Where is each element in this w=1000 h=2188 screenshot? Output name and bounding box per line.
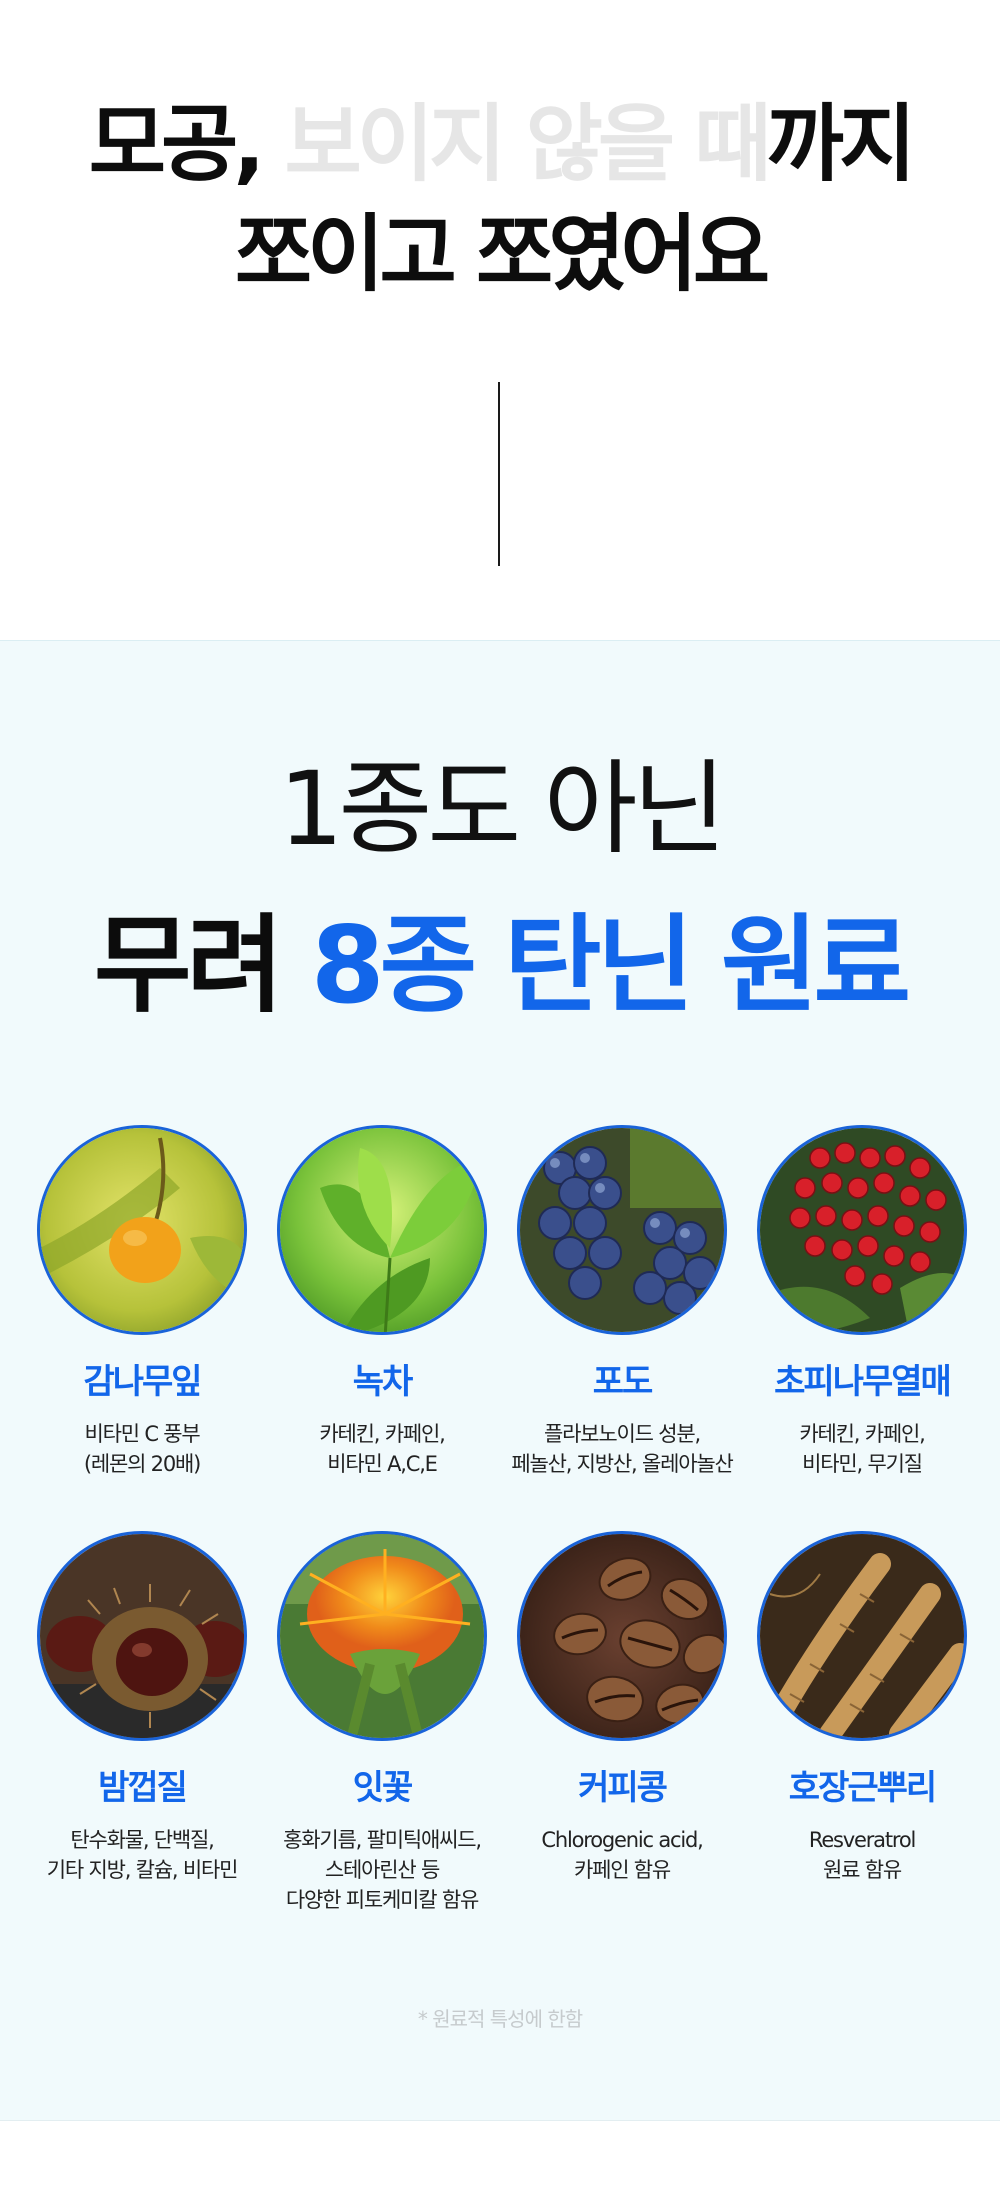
description-line: 홍화기름, 팔미틱애씨드, — [283, 1828, 482, 1852]
hero-section: 모공, 보이지 않을 때까지 쪼이고 쪼였어요 — [0, 0, 1000, 640]
ingredients-section: 1종도 아닌 무려 8종 탄닌 원료 감나무잎 비타민 C 풍부 (레몬의 20… — [0, 640, 1000, 2120]
divider-line — [498, 382, 500, 566]
section-title-line2: 무려 8종 탄닌 원료 — [0, 913, 1000, 1019]
ingredient-name: 초피나무열매 — [774, 1362, 952, 1402]
hero-title-line1: 모공, 보이지 않을 때까지 — [0, 102, 1000, 186]
hero-title-faded: 보이지 않을 때 — [260, 95, 771, 193]
footnote: * 원료적 특성에 한함 — [417, 2007, 583, 2031]
persimmon-leaf-image — [37, 1125, 247, 1335]
grape-image — [517, 1125, 727, 1335]
description-line: 원료 함유 — [823, 1858, 902, 1882]
description-line: 플라보노이드 성분, — [544, 1422, 701, 1446]
description-line: 카테킨, 카페인, — [319, 1422, 445, 1446]
ingredient-name: 포도 — [592, 1362, 654, 1402]
description-line: 탄수화물, 단백질, — [70, 1828, 214, 1852]
description-line: 기타 지방, 칼슘, 비타민 — [46, 1858, 239, 1882]
section-title-highlight: 8종 탄닌 원료 — [310, 904, 911, 1027]
description-line: (레몬의 20배) — [83, 1452, 201, 1476]
ingredient-description: 카테킨, 카페인, 비타민 A,C,E — [247, 1419, 517, 1479]
ingredient-description: 플라보노이드 성분, 페놀산, 지방산, 올레아놀산 — [487, 1419, 757, 1479]
description-line: 비타민, 무기질 — [802, 1452, 923, 1476]
ingredient-name: 호장근뿌리 — [788, 1768, 937, 1808]
ingredient-name: 잇꽃 — [352, 1768, 414, 1808]
ingredient-description: Chlorogenic acid, 카페인 함유 — [487, 1825, 757, 1885]
ingredient-description: 카테킨, 카페인, 비타민, 무기질 — [727, 1419, 997, 1479]
description-line: 다양한 피토케미칼 함유 — [285, 1888, 479, 1912]
section-title-dark: 무려 — [93, 904, 311, 1027]
description-line: 페놀산, 지방산, 올레아놀산 — [511, 1452, 733, 1476]
ingredient-description: Resveratrol 원료 함유 — [727, 1825, 997, 1885]
safflower-image — [277, 1531, 487, 1741]
description-line: 카페인 함유 — [573, 1858, 671, 1882]
prickly-ash-berry-image — [757, 1125, 967, 1335]
root-image — [757, 1531, 967, 1741]
description-line: 카테킨, 카페인, — [799, 1422, 925, 1446]
ingredient-name: 커피콩 — [578, 1768, 668, 1808]
description-line: Chlorogenic acid, — [541, 1828, 703, 1852]
description-line: 비타민 A,C,E — [327, 1452, 438, 1476]
bottom-spacer — [0, 2120, 1000, 2188]
coffee-bean-image — [517, 1531, 727, 1741]
hero-title-end: 까지 — [766, 95, 917, 193]
ingredient-name: 밤껍질 — [98, 1768, 188, 1808]
hero-title-line2: 쪼이고 쪼였어요 — [234, 205, 770, 303]
ingredient-name: 녹차 — [352, 1362, 414, 1402]
ingredient-description: 홍화기름, 팔미틱애씨드, 스테아린산 등 다양한 피토케미칼 함유 — [247, 1825, 517, 1915]
section-title-line1: 1종도 아닌 — [278, 750, 727, 869]
green-tea-image — [277, 1125, 487, 1335]
description-line: 비타민 C 풍부 — [84, 1422, 200, 1446]
description-line: Resveratrol — [808, 1828, 916, 1852]
ingredient-description: 탄수화물, 단백질, 기타 지방, 칼슘, 비타민 — [7, 1825, 277, 1885]
ingredient-name: 감나무잎 — [83, 1362, 202, 1402]
hero-title-dark: 모공, — [88, 95, 265, 193]
ingredient-description: 비타민 C 풍부 (레몬의 20배) — [7, 1419, 277, 1479]
description-line: 스테아린산 등 — [324, 1858, 440, 1882]
chestnut-image — [37, 1531, 247, 1741]
